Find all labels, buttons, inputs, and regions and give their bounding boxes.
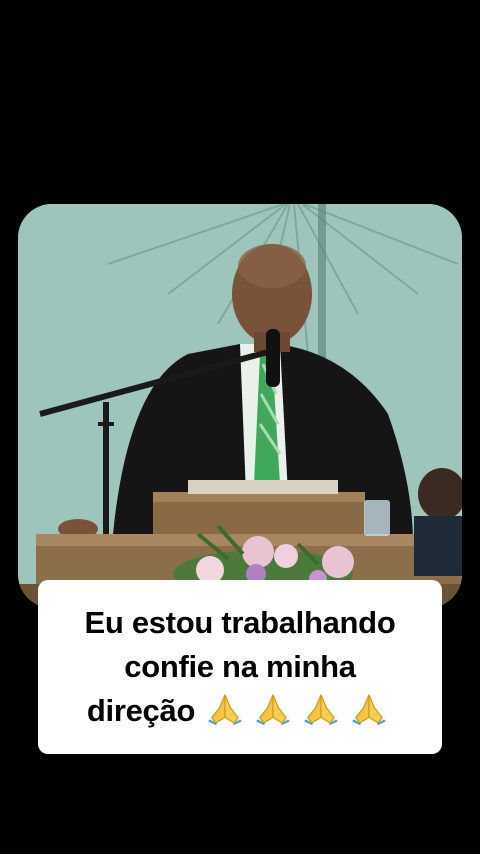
- folded-hands-icon: [254, 693, 292, 725]
- app-screen: { "video": { "scene": "sermon-video", "c…: [0, 0, 480, 854]
- microphone-icon: [266, 329, 280, 387]
- caption-line-3: direção: [87, 689, 393, 733]
- caption-line-1: Eu estou trabalhando: [84, 605, 396, 640]
- open-book: [188, 480, 338, 494]
- caption-line-3-text: direção: [86, 693, 196, 728]
- emoji-row: [201, 689, 393, 733]
- audience-body: [414, 516, 462, 576]
- caption-line-2: confie na minha: [124, 649, 356, 684]
- head-shine: [238, 244, 306, 288]
- video-frame[interactable]: [18, 204, 462, 608]
- drape-rope: [318, 204, 326, 364]
- video-scene: [18, 204, 462, 608]
- video-caption: Eu estou trabalhando confie na minha dir…: [38, 580, 442, 754]
- folded-hands-icon: [350, 693, 388, 725]
- folded-hands-icon: [206, 693, 244, 725]
- water-glass: [364, 500, 390, 536]
- folded-hands-icon: [302, 693, 340, 725]
